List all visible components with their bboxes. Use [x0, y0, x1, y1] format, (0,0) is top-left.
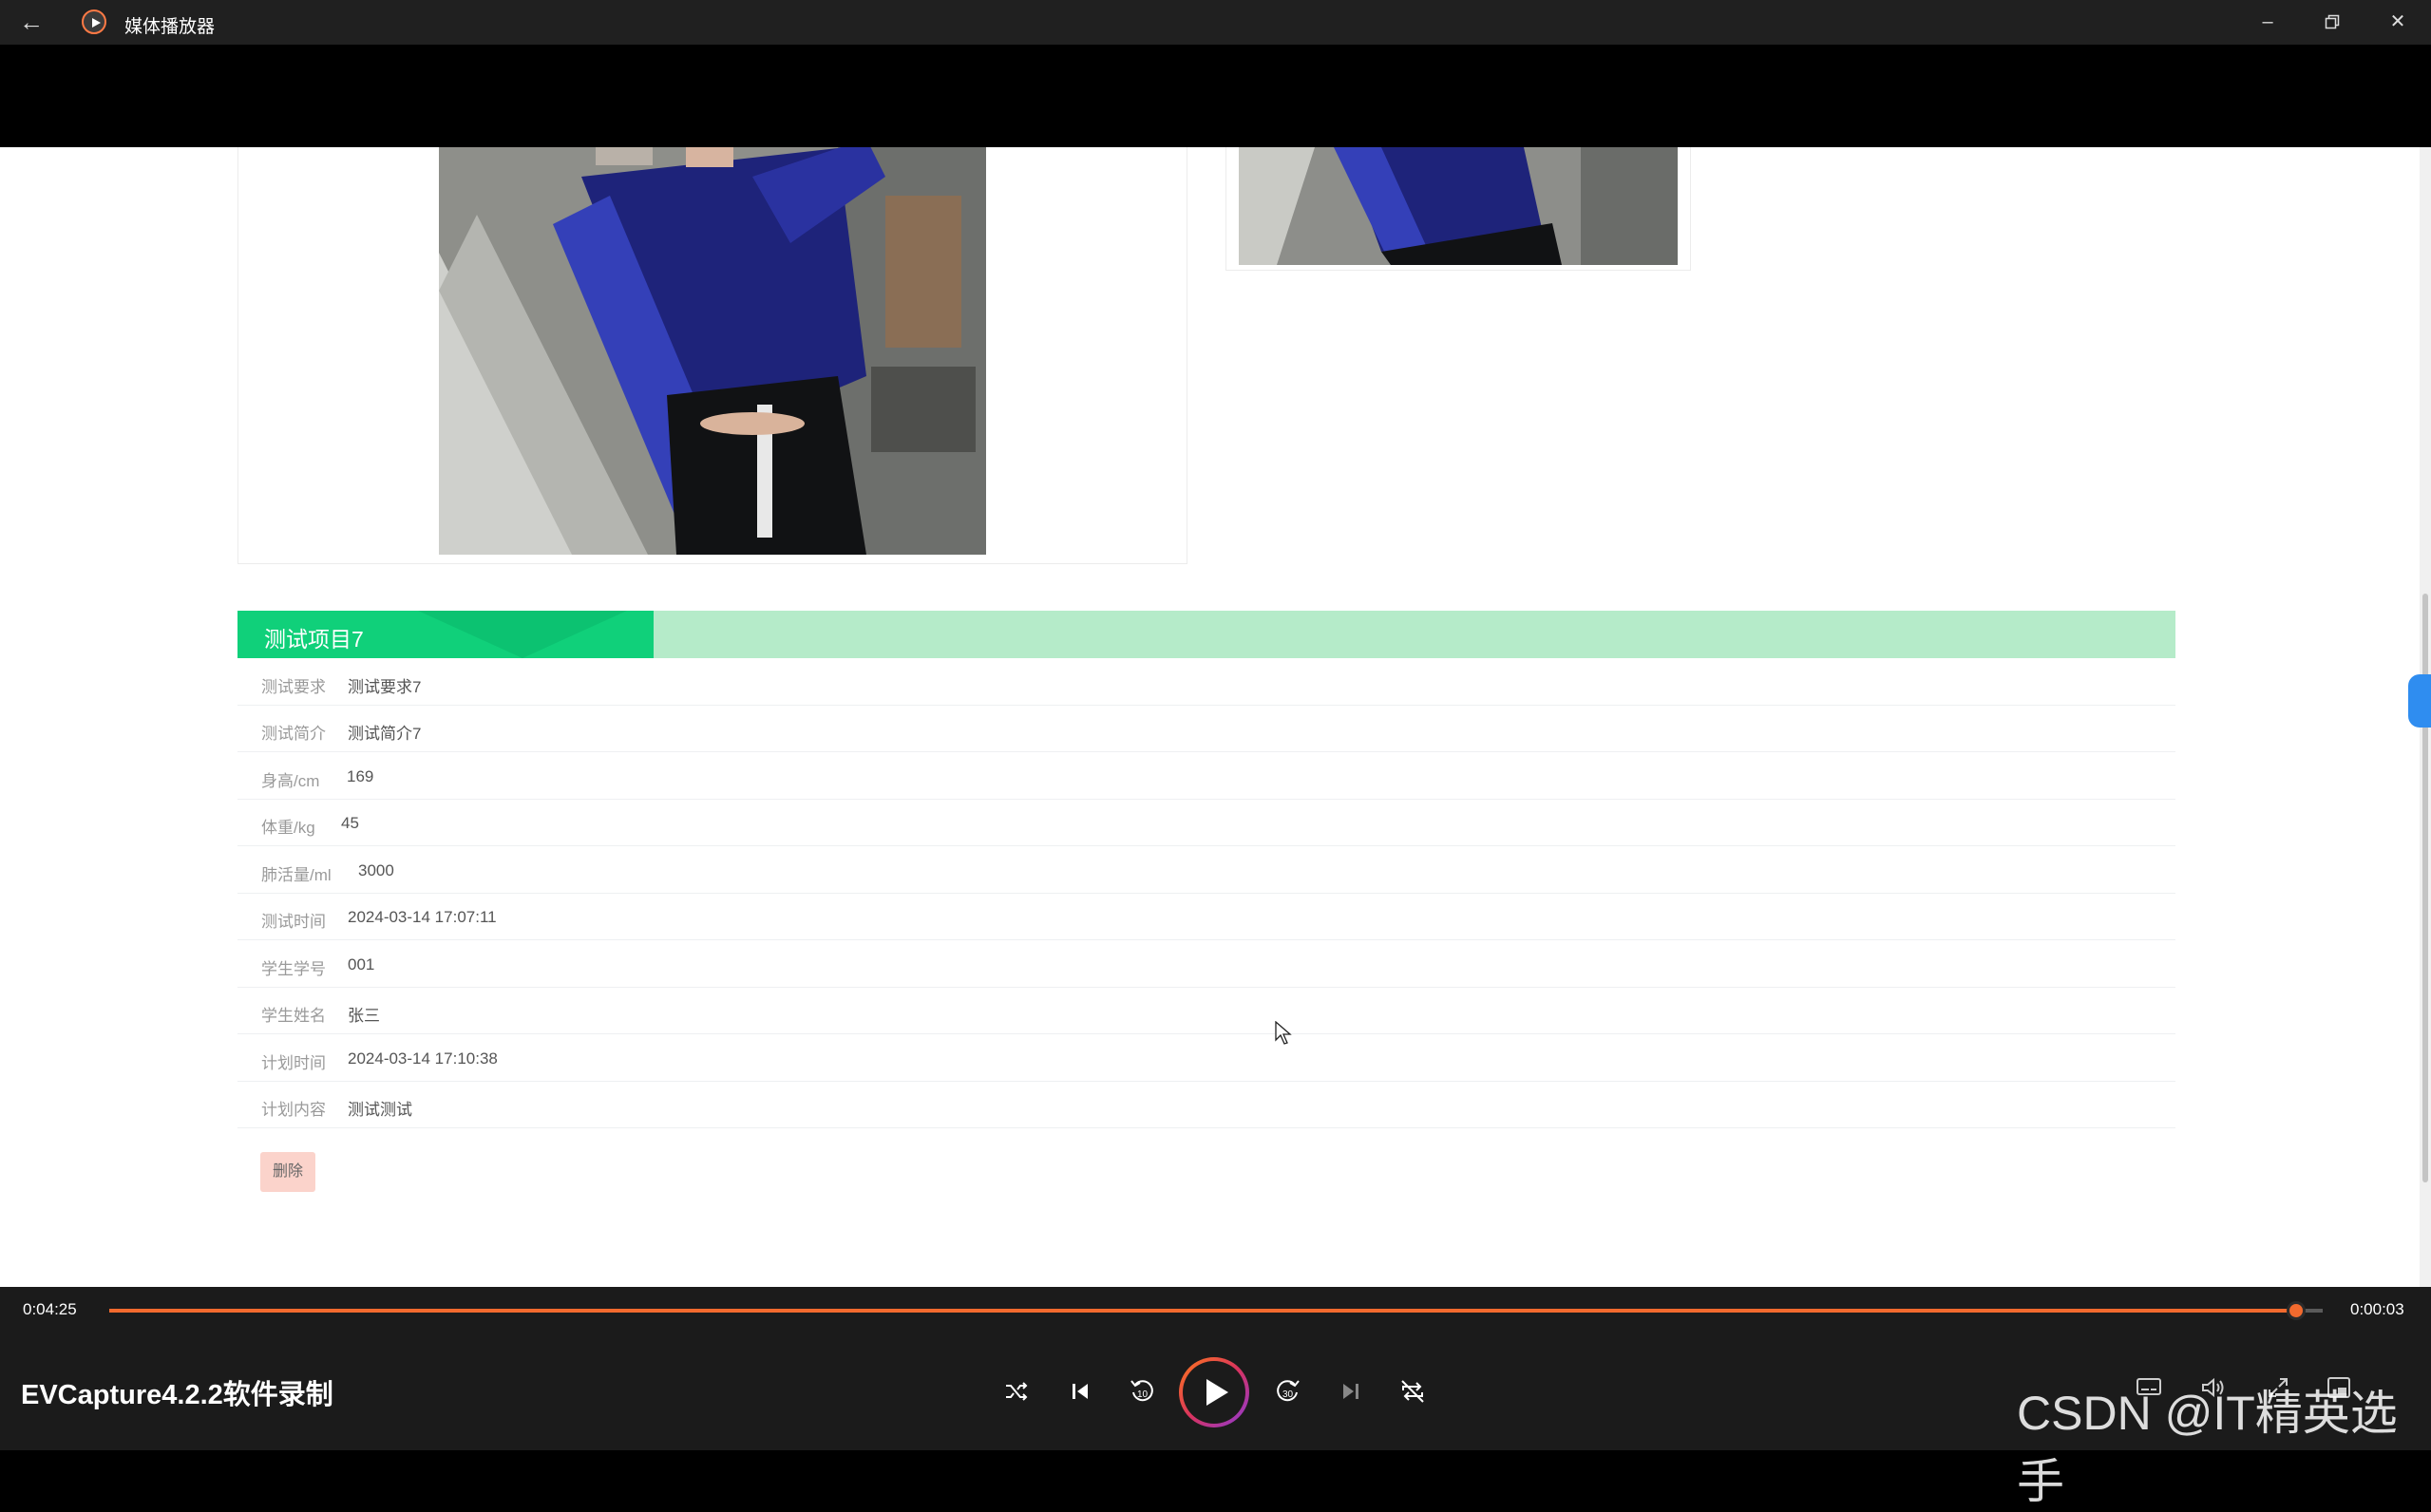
detail-label: 测试简介 — [261, 725, 326, 743]
back-arrow-icon[interactable]: ← — [19, 9, 47, 34]
detail-row: 肺活量/ml 3000 — [237, 846, 2175, 894]
detail-row: 测试要求 测试要求7 — [237, 658, 2175, 706]
video-letterbox — [0, 45, 2431, 147]
section-header: 测试项目7 — [237, 611, 2175, 658]
side-float-tab[interactable] — [2408, 674, 2431, 728]
detail-label: 计划内容 — [261, 1101, 326, 1119]
seek-thumb[interactable] — [2287, 1301, 2307, 1320]
media-player-icon — [82, 9, 106, 34]
seek-bar[interactable] — [109, 1301, 2323, 1320]
remaining-time: 0:00:03 — [2350, 1300, 2404, 1318]
play-button[interactable] — [1179, 1357, 1249, 1427]
elapsed-time: 0:04:25 — [23, 1300, 77, 1318]
rewind-10-icon[interactable]: 10 — [1121, 1370, 1163, 1412]
seek-bar-progress — [109, 1309, 2297, 1313]
image-card — [237, 147, 1187, 564]
previous-icon[interactable] — [1059, 1370, 1101, 1412]
detail-label: 肺活量/ml — [261, 866, 332, 884]
detail-label: 学生学号 — [261, 960, 326, 978]
detail-label: 学生姓名 — [261, 1007, 326, 1025]
mouse-cursor-icon — [1275, 1020, 1292, 1050]
restore-icon[interactable] — [2318, 9, 2346, 35]
video-frame-webpage: 测试项目7 测试要求 测试要求7 测试简介 测试简介7 身高/cm 169 体重… — [0, 147, 2420, 1287]
section-title: 测试项目7 — [264, 627, 364, 652]
detail-row: 计划内容 测试测试 — [237, 1081, 2175, 1128]
minimize-icon[interactable]: – — [2253, 9, 2282, 35]
svg-text:10: 10 — [1137, 1389, 1149, 1400]
detail-label: 测试时间 — [261, 913, 326, 931]
detail-value: 测试测试 — [348, 1101, 412, 1119]
detail-value: 测试要求7 — [348, 678, 422, 696]
detail-value: 2024-03-14 17:07:11 — [348, 908, 497, 926]
delete-button[interactable]: 删除 — [260, 1152, 315, 1192]
detail-row: 测试简介 测试简介7 — [237, 705, 2175, 752]
detail-row: 学生姓名 张三 — [237, 987, 2175, 1034]
detail-row: 身高/cm 169 — [237, 752, 2175, 800]
title-bar: ← 媒体播放器 – ✕ — [0, 0, 2431, 45]
detail-row: 计划时间 2024-03-14 17:10:38 — [237, 1034, 2175, 1082]
next-icon[interactable] — [1330, 1370, 1372, 1412]
detail-value: 3000 — [358, 861, 394, 879]
detail-value: 测试简介7 — [348, 725, 422, 743]
student-photo — [439, 147, 986, 555]
detail-label: 计划时间 — [261, 1054, 326, 1072]
forward-30-icon[interactable]: 30 — [1267, 1370, 1309, 1412]
csdn-watermark: CSDN @IT精英选手 — [2017, 1387, 2398, 1508]
section-title-tab: 测试项目7 — [237, 611, 654, 658]
close-icon[interactable]: ✕ — [2384, 9, 2412, 35]
detail-label: 测试要求 — [261, 678, 326, 696]
detail-row: 体重/kg 45 — [237, 799, 2175, 846]
play-icon — [1206, 1379, 1228, 1406]
detail-row: 学生学号 001 — [237, 940, 2175, 988]
repeat-off-icon[interactable] — [1392, 1370, 1434, 1412]
shuffle-icon[interactable] — [996, 1370, 1037, 1412]
image-card-2 — [1225, 147, 1691, 271]
detail-value: 张三 — [348, 1007, 380, 1025]
detail-value: 2024-03-14 17:10:38 — [348, 1049, 498, 1068]
window-title: 媒体播放器 — [124, 17, 216, 37]
detail-value: 169 — [347, 767, 374, 785]
detail-value: 001 — [348, 955, 375, 973]
student-photo-2 — [1239, 147, 1678, 265]
detail-label: 体重/kg — [261, 819, 315, 837]
detail-label: 身高/cm — [261, 772, 320, 790]
detail-value: 45 — [341, 814, 359, 832]
detail-row: 测试时间 2024-03-14 17:07:11 — [237, 893, 2175, 940]
svg-text:30: 30 — [1282, 1389, 1294, 1400]
media-title: EVCapture4.2.2软件录制 — [21, 1380, 333, 1410]
